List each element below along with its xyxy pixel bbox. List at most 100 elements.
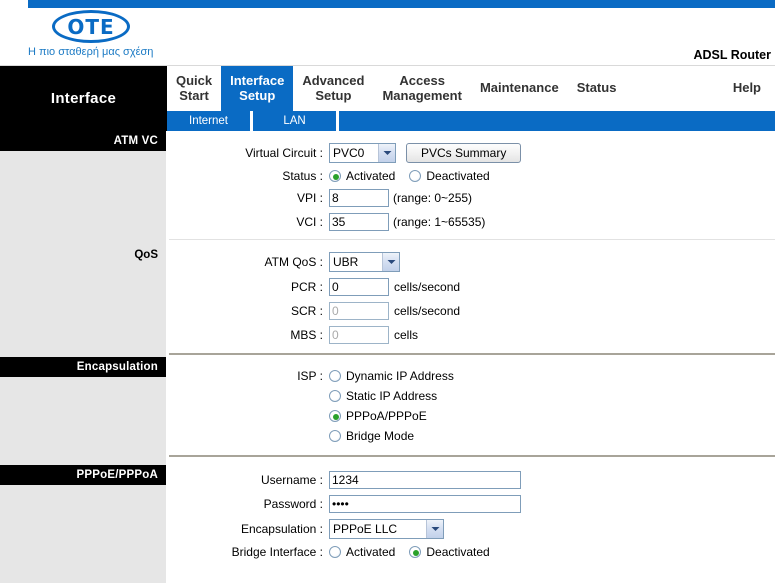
status-radio-group: Activated Deactivated — [329, 169, 504, 183]
chevron-down-icon — [382, 253, 399, 271]
username-row: Username : — [169, 471, 775, 489]
tab-quick-start[interactable]: Quick Start — [167, 66, 221, 111]
radio-unselected-icon — [329, 370, 341, 382]
subtab-lan[interactable]: LAN — [253, 111, 339, 131]
top-accent-bar — [28, 0, 775, 8]
tab-access-management[interactable]: Access Management — [373, 66, 470, 111]
tab-label-line1: Quick — [176, 72, 213, 88]
atm-qos-label: ATM QoS : — [264, 255, 323, 269]
radio-unselected-icon — [329, 430, 341, 442]
tab-label-line2: Start — [179, 87, 209, 103]
vpi-label: VPI : — [296, 191, 323, 205]
navigation-bar: Interface Quick Start Interface Setup Ad… — [0, 66, 775, 131]
virtual-circuit-select[interactable]: PVC0 — [329, 143, 396, 163]
tab-spacer — [625, 66, 723, 111]
brand-header: OTE Η πιο σταθερή μας σχέση ADSL Router — [0, 8, 775, 66]
tab-label-line2: Setup — [239, 87, 276, 103]
atm-qos-row: ATM QoS : UBR — [169, 252, 775, 272]
isp-radio-dynamic-ip[interactable]: Dynamic IP Address — [329, 369, 454, 383]
isp-label: ISP : — [297, 369, 323, 383]
section-label-sidebar: ATM VC QoS Encapsulation PPPoE/PPPoA — [0, 131, 167, 583]
tab-label-line1: Status — [576, 80, 617, 96]
isp-option-label: Bridge Mode — [346, 429, 415, 443]
encapsulation-select[interactable]: PPPoE LLC — [329, 519, 444, 539]
mbs-input[interactable] — [329, 326, 389, 344]
chevron-down-icon — [378, 144, 395, 162]
radio-unselected-icon — [329, 390, 341, 402]
sidebar-gap-2 — [0, 261, 166, 357]
scr-unit-label: cells/second — [394, 304, 461, 318]
tab-status[interactable]: Status — [568, 66, 626, 111]
status-option-label: Deactivated — [426, 169, 490, 183]
status-label: Status : — [282, 169, 323, 183]
isp-radio-group: Dynamic IP Address Static IP Address PPP… — [329, 369, 468, 449]
atm-qos-field: UBR — [329, 252, 400, 272]
bridge-interface-label: Bridge Interface : — [231, 545, 323, 559]
encapsulation-label: Encapsulation : — [240, 522, 323, 536]
isp-radio-bridge-mode[interactable]: Bridge Mode — [329, 429, 414, 443]
tab-maintenance[interactable]: Maintenance — [471, 66, 568, 111]
tab-interface-setup[interactable]: Interface Setup — [221, 66, 294, 111]
radio-unselected-icon — [409, 170, 422, 182]
radio-selected-icon — [409, 546, 422, 558]
sidebar-gap-3 — [0, 377, 166, 465]
sidebar-section-qos: QoS — [134, 249, 158, 261]
ote-logo-icon: OTE — [52, 10, 130, 43]
radio-unselected-icon — [329, 546, 341, 558]
bridge-interface-radio-activated[interactable]: Activated — [329, 545, 395, 559]
scr-input[interactable] — [329, 302, 389, 320]
isp-row: ISP : Dynamic IP Address Static IP Addre… — [169, 369, 775, 449]
radio-selected-icon — [329, 170, 341, 182]
pcr-row: PCR : cells/second — [169, 278, 775, 296]
tab-help[interactable]: Help — [724, 66, 775, 111]
bridge-interface-row: Bridge Interface : Activated Deactivated — [169, 545, 775, 559]
encapsulation-field: PPPoE LLC — [329, 519, 444, 539]
isp-option-label: PPPoA/PPPoE — [346, 409, 427, 423]
virtual-circuit-row: Virtual Circuit : PVC0 PVCs Summary — [169, 143, 775, 163]
status-radio-activated[interactable]: Activated — [329, 169, 395, 183]
pcr-input[interactable] — [329, 278, 389, 296]
encapsulation-group: ISP : Dynamic IP Address Static IP Addre… — [169, 355, 775, 449]
ote-logo-block: OTE Η πιο σταθερή μας σχέση — [28, 10, 153, 58]
subtab-internet[interactable]: Internet — [167, 111, 253, 131]
vpi-input[interactable] — [329, 189, 389, 207]
vci-input[interactable] — [329, 213, 389, 231]
settings-content: Virtual Circuit : PVC0 PVCs Summary Stat… — [167, 131, 775, 583]
username-input[interactable] — [329, 471, 521, 489]
isp-radio-pppoa-pppoe[interactable]: PPPoA/PPPoE — [329, 409, 427, 423]
qos-group: ATM QoS : UBR PCR : cells/second — [169, 240, 775, 344]
device-name-label: ADSL Router — [693, 48, 771, 62]
pcr-unit-label: cells/second — [394, 280, 461, 294]
pcr-label: PCR : — [290, 280, 323, 294]
status-row: Status : Activated Deactivated — [169, 169, 775, 183]
tab-label-line1: Interface — [230, 72, 285, 88]
pppoe-group: Username : Password : Encapsulation : PP… — [169, 457, 775, 559]
mbs-label: MBS : — [290, 328, 323, 342]
bridge-option-label: Activated — [346, 545, 396, 559]
virtual-circuit-label: Virtual Circuit : — [245, 146, 323, 160]
sidebar-section-atm-vc: ATM VC — [0, 131, 166, 151]
pvcs-summary-button[interactable]: PVCs Summary — [406, 143, 522, 163]
password-input[interactable] — [329, 495, 521, 513]
tab-label-line1: Advanced — [302, 72, 365, 88]
vci-field: (range: 1~65535) — [329, 213, 485, 231]
vpi-field: (range: 0~255) — [329, 189, 472, 207]
subtab-filler — [339, 111, 775, 131]
username-field — [329, 471, 521, 489]
virtual-circuit-value: PVC0 — [333, 146, 365, 160]
status-option-label: Activated — [346, 169, 396, 183]
scr-row: SCR : cells/second — [169, 302, 775, 320]
isp-radio-static-ip[interactable]: Static IP Address — [329, 389, 437, 403]
tab-advanced-setup[interactable]: Advanced Setup — [293, 66, 373, 111]
atm-qos-select[interactable]: UBR — [329, 252, 400, 272]
isp-option-label: Dynamic IP Address — [346, 369, 454, 383]
mbs-row: MBS : cells — [169, 326, 775, 344]
bridge-interface-radio-deactivated[interactable]: Deactivated — [409, 545, 490, 559]
scr-field: cells/second — [329, 302, 460, 320]
encapsulation-row: Encapsulation : PPPoE LLC — [169, 519, 775, 539]
tab-label-line2: Management — [382, 87, 462, 103]
password-row: Password : — [169, 495, 775, 513]
mbs-field: cells — [329, 326, 418, 344]
mbs-unit-label: cells — [394, 328, 419, 342]
status-radio-deactivated[interactable]: Deactivated — [409, 169, 490, 183]
